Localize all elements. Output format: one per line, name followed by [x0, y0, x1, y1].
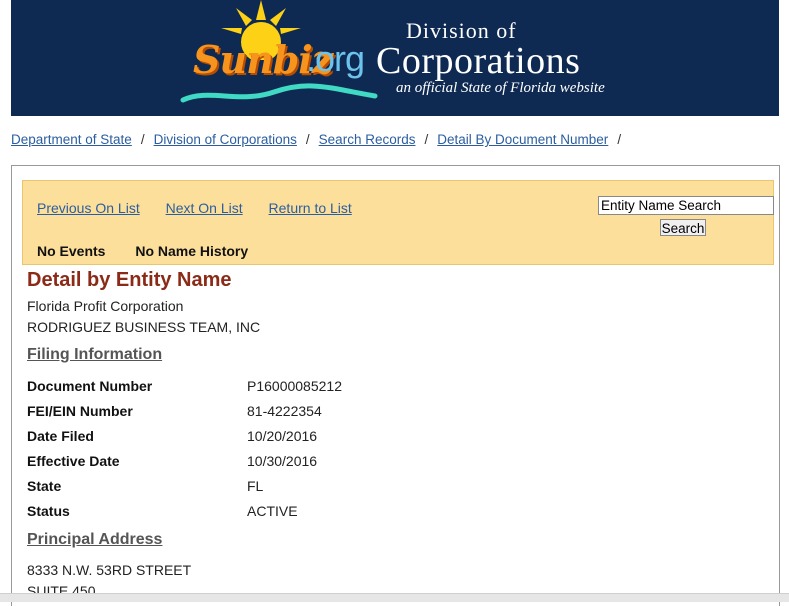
- address-line-1: 8333 N.W. 53RD STREET: [27, 562, 192, 578]
- entity-type: Florida Profit Corporation: [27, 298, 184, 314]
- breadcrumb-separator: /: [305, 132, 310, 147]
- filing-label: State: [27, 478, 62, 494]
- filing-label: Effective Date: [27, 453, 120, 469]
- navigation-box: Previous On List Next On List Return to …: [22, 180, 774, 265]
- site-banner: Sunbiz .org Division of Corporations an …: [11, 0, 779, 116]
- wave-icon: [180, 83, 378, 103]
- filing-information-heading: Filing Information: [27, 346, 163, 363]
- no-name-history-label: No Name History: [135, 243, 249, 259]
- previous-on-list-link[interactable]: Previous On List: [37, 200, 140, 216]
- entity-name: RODRIGUEZ BUSINESS TEAM, INC: [27, 319, 261, 335]
- entity-name-search-input[interactable]: [598, 196, 774, 215]
- return-to-list-link[interactable]: Return to List: [269, 200, 352, 216]
- no-events-label: No Events: [37, 243, 106, 259]
- next-on-list-link[interactable]: Next On List: [166, 200, 243, 216]
- logo-org-text: .org: [306, 38, 365, 79]
- detail-frame: Previous On List Next On List Return to …: [11, 165, 780, 606]
- filing-value: FL: [247, 478, 264, 494]
- breadcrumb-separator: /: [617, 132, 622, 147]
- filing-value: 81-4222354: [247, 403, 322, 419]
- tagline: an official State of Florida website: [396, 80, 605, 96]
- breadcrumb-search-records[interactable]: Search Records: [319, 132, 416, 147]
- search-button[interactable]: Search: [660, 219, 706, 236]
- sunbiz-logo[interactable]: Sunbiz .org Division of Corporations an …: [171, 0, 631, 116]
- filing-label: FEI/EIN Number: [27, 403, 133, 419]
- breadcrumb-detail-by-document-number[interactable]: Detail By Document Number: [437, 132, 608, 147]
- filing-value: P16000085212: [247, 378, 342, 394]
- filing-value: 10/20/2016: [247, 428, 318, 444]
- breadcrumb-separator: /: [424, 132, 429, 147]
- breadcrumb-department-of-state[interactable]: Department of State: [11, 132, 132, 147]
- filing-label: Date Filed: [27, 428, 94, 444]
- page-title: Detail by Entity Name: [27, 269, 232, 291]
- principal-address-heading: Principal Address: [27, 531, 163, 548]
- filing-value: ACTIVE: [247, 503, 298, 519]
- filing-label: Status: [27, 503, 70, 519]
- breadcrumb-separator: /: [140, 132, 145, 147]
- list-navigation: Previous On List Next On List Return to …: [37, 200, 374, 216]
- events-row: No Events No Name History: [37, 243, 274, 259]
- breadcrumb-division-of-corporations[interactable]: Division of Corporations: [154, 132, 297, 147]
- filing-label: Document Number: [27, 378, 153, 394]
- filing-value: 10/30/2016: [247, 453, 318, 469]
- corporations-text: Corporations: [376, 40, 581, 82]
- breadcrumb: Department of State / Division of Corporat…: [11, 132, 630, 147]
